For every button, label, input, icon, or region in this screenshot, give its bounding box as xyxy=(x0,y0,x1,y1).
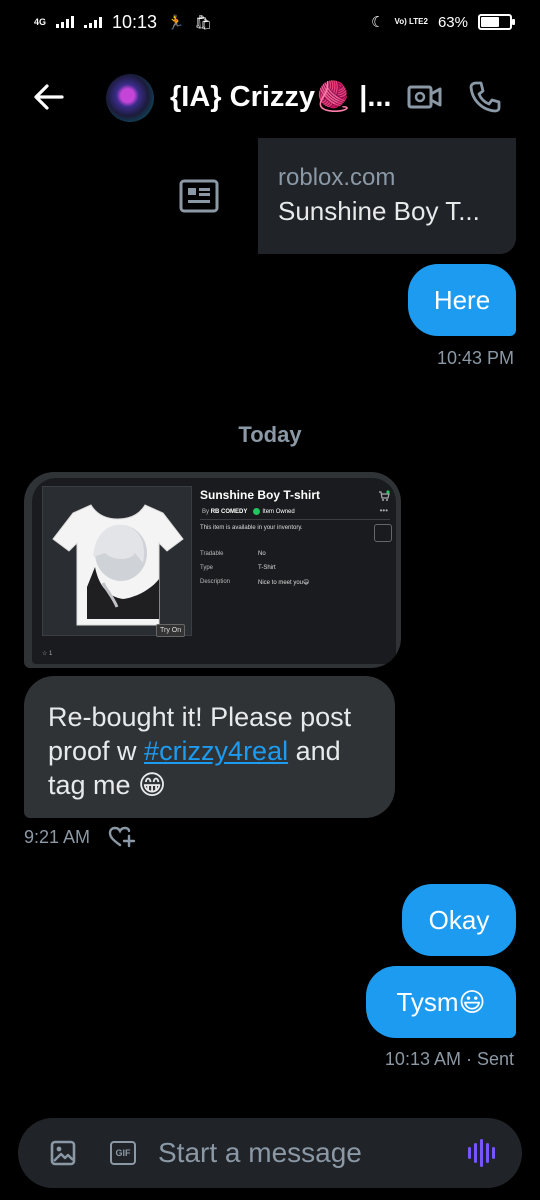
conversation-header: {IA} Crizzy🧶 |... xyxy=(0,60,540,134)
message-status: 10:13 AM · Sent xyxy=(384,1049,514,1069)
message-composer: GIF xyxy=(18,1118,522,1188)
signal-icon xyxy=(56,16,75,28)
more-icon: ••• xyxy=(379,506,388,515)
activity-icon: 🏃 xyxy=(167,13,185,30)
voice-message-icon[interactable] xyxy=(468,1139,498,1167)
detail-row: Tradable No xyxy=(200,551,266,557)
day-separator: Today xyxy=(238,422,302,447)
favorite-count: ☆ 1 xyxy=(42,651,53,657)
moon-icon: ☾ xyxy=(371,14,385,31)
product-screenshot: Try On Sunshine Boy T-shirt By RB COMEDY… xyxy=(32,478,396,664)
video-call-icon[interactable] xyxy=(407,82,443,112)
availability-text: This item is available in your inventory… xyxy=(200,525,303,531)
volte-indicator: Vo) LTE2 xyxy=(394,17,428,26)
clock: 10:13 xyxy=(112,11,158,32)
divider xyxy=(200,519,390,520)
link-title: Sunshine Boy T... xyxy=(278,196,480,226)
try-on-button: Try On xyxy=(156,624,186,637)
message-timestamp: 10:43 PM xyxy=(436,348,514,368)
product-title: Sunshine Boy T-shirt xyxy=(200,488,321,502)
add-reaction-icon[interactable] xyxy=(108,826,136,848)
link-preview-card[interactable]: roblox.com Sunshine Boy T... xyxy=(258,138,516,254)
cart-icon xyxy=(379,490,390,501)
phone-icon[interactable] xyxy=(468,80,502,114)
link-domain: roblox.com xyxy=(278,164,396,191)
product-creator: By RB COMEDY Item Owned xyxy=(202,508,295,516)
check-icon xyxy=(253,508,261,515)
message-bubble-outgoing[interactable]: Tysm😃 xyxy=(366,966,516,1038)
article-icon xyxy=(179,179,219,213)
battery-icon xyxy=(478,14,515,30)
gif-button[interactable]: GIF xyxy=(110,1141,136,1165)
tshirt-icon xyxy=(52,504,184,626)
detail-row: Description Nice to meet you😃 xyxy=(200,579,310,586)
message-bubble-outgoing[interactable]: Okay xyxy=(402,884,516,956)
avatar[interactable] xyxy=(106,74,154,122)
message-input[interactable] xyxy=(158,1132,458,1174)
image-message[interactable]: Try On Sunshine Boy T-shirt By RB COMEDY… xyxy=(24,472,401,668)
tshirt-image xyxy=(42,486,192,636)
battery-percent: 63% xyxy=(437,13,468,31)
contact-name[interactable]: {IA} Crizzy🧶 |... xyxy=(170,80,398,114)
hashtag-link[interactable]: #crizzy4real xyxy=(144,736,288,766)
signal-icon-2 xyxy=(84,16,103,28)
arrow-left-icon[interactable] xyxy=(32,82,66,112)
message-timestamp: 9:21 AM xyxy=(24,827,91,847)
message-bubble-outgoing[interactable]: Here xyxy=(408,264,516,336)
status-bar: 4G 10:13 🏃 🛍 ☾ Vo) LTE2 63% xyxy=(0,0,540,44)
link-preview-thumbnail[interactable] xyxy=(140,138,258,254)
network-indicator: 4G xyxy=(34,17,47,27)
detail-row: Type T-Shirt xyxy=(200,565,276,571)
image-icon[interactable] xyxy=(50,1140,76,1166)
shopping-bag-icon: 🛍 xyxy=(194,13,213,30)
message-bubble-incoming[interactable]: Re-bought it! Please post proof w #crizz… xyxy=(24,676,395,818)
bell-icon xyxy=(374,524,392,542)
